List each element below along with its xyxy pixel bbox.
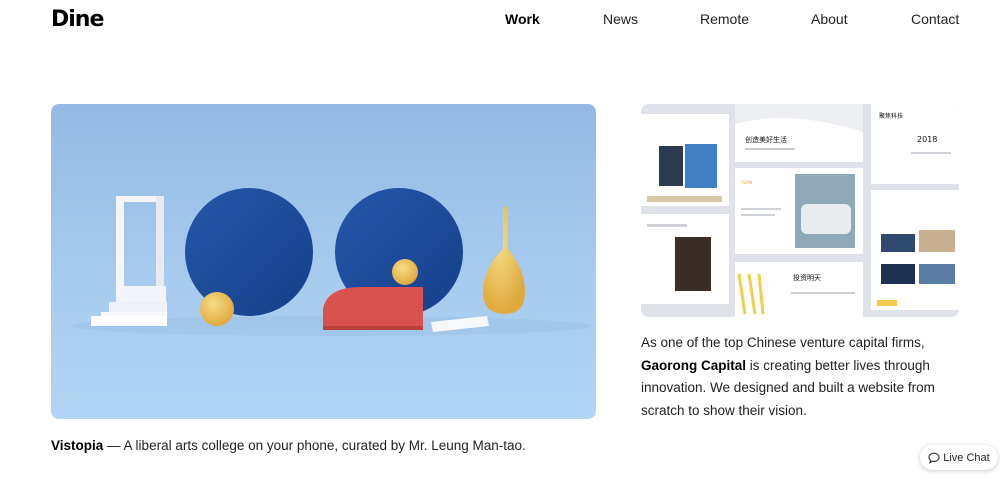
blue-disc-left <box>185 188 313 316</box>
vistopia-name[interactable]: Vistopia <box>51 438 103 453</box>
page: Dine Work News Remote About Contact Vist… <box>0 0 1000 481</box>
vistopia-description: A liberal arts college on your phone, cu… <box>123 438 526 453</box>
chat-bubble-icon <box>928 452 940 464</box>
nav-item-remote[interactable]: Remote <box>700 11 749 27</box>
svg-text:YUAN: YUAN <box>740 180 752 185</box>
gaorong-intro: As one of the top Chinese venture capita… <box>641 335 925 350</box>
yellow-sphere-small <box>392 259 418 285</box>
nav-item-news[interactable]: News <box>603 11 638 27</box>
main-nav: Work News Remote About Contact <box>0 11 1000 29</box>
gaorong-collage-image[interactable]: 创造美好生活 YUAN 投资明天 聚焦科技 2018 <box>641 104 959 317</box>
white-arch-shape <box>91 196 167 326</box>
vistopia-hero-image[interactable] <box>51 104 596 419</box>
caption-separator: — <box>103 438 124 453</box>
nav-item-contact[interactable]: Contact <box>911 11 959 27</box>
live-chat-label: Live Chat <box>943 451 990 464</box>
svg-text:投资明天: 投资明天 <box>793 273 821 282</box>
red-block <box>323 287 423 326</box>
gaorong-name[interactable]: Gaorong Capital <box>641 358 746 373</box>
vistopia-illustration <box>71 188 591 336</box>
live-chat-button[interactable]: Live Chat <box>920 445 998 470</box>
yellow-sphere-left <box>200 292 234 326</box>
gaorong-website-collage: 创造美好生活 YUAN 投资明天 聚焦科技 2018 <box>641 104 959 317</box>
gaorong-description: As one of the top Chinese venture capita… <box>641 332 961 422</box>
svg-text:创造美好生活: 创造美好生活 <box>745 135 787 144</box>
nav-item-about[interactable]: About <box>811 11 848 27</box>
svg-text:2018: 2018 <box>917 135 937 144</box>
svg-text:聚焦科技: 聚焦科技 <box>879 112 903 120</box>
nav-item-work[interactable]: Work <box>505 11 540 27</box>
vistopia-caption: Vistopia — A liberal arts college on you… <box>51 438 611 453</box>
yellow-vase <box>483 207 525 314</box>
